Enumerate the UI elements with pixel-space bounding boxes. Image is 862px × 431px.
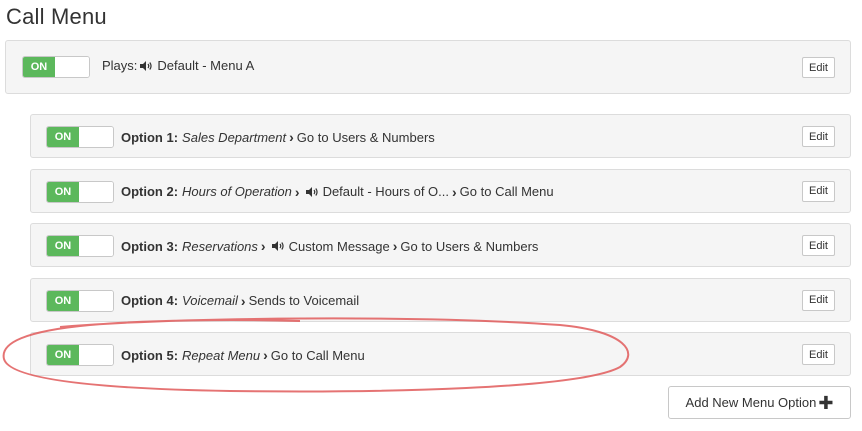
option-text: Option 1: Sales Department › Go to Users & … <box>121 129 435 145</box>
option-step: Go to Users & Numbers <box>296 129 435 145</box>
option-toggle[interactable]: ON <box>46 126 114 148</box>
main-menu-text: Plays: Default - Menu A <box>102 58 254 73</box>
option-label: Option 4: <box>121 293 179 308</box>
main-menu-edit-button[interactable]: Edit <box>802 57 835 78</box>
toggle-knob <box>79 345 113 365</box>
option-label: Option 1: <box>121 129 179 145</box>
option-row-4: ON Option 4: Voicemail › Sends to Voicemail E… <box>30 277 851 322</box>
toggle-knob <box>55 57 89 77</box>
toggle-knob <box>79 290 113 311</box>
option-name: Sales Department <box>182 129 287 145</box>
option-edit-button[interactable]: Edit <box>802 289 835 311</box>
option-step: Sends to Voicemail <box>248 293 360 308</box>
chevron-right-icon: › <box>392 238 398 254</box>
toggle-knob <box>79 181 113 202</box>
option-text: Option 2: Hours of Operation › Default - Ho… <box>121 184 554 200</box>
chevron-right-icon: › <box>260 238 266 254</box>
main-menu-row: ON Plays: Default - Menu A Edit <box>5 40 851 94</box>
option-step: Default - Hours of O... <box>322 184 449 199</box>
option-toggle[interactable]: ON <box>46 289 114 312</box>
option-label: Option 5: <box>121 347 179 363</box>
speaker-icon <box>271 241 284 251</box>
toggle-knob <box>79 236 113 256</box>
toggle-knob <box>79 127 113 147</box>
option-label: Option 3: <box>121 238 179 254</box>
option-toggle[interactable]: ON <box>46 180 114 203</box>
chevron-right-icon: › <box>263 347 268 363</box>
option-row-2: ON Option 2: Hours of Operation › Default - … <box>30 168 851 213</box>
option-name: Voicemail <box>182 293 238 308</box>
main-menu-toggle[interactable]: ON <box>22 56 90 78</box>
option-row-3: ON Option 3: Reservations › Custom Message › G… <box>30 223 851 267</box>
chevron-right-icon: › <box>452 183 457 200</box>
page-title: Call Menu <box>6 4 107 29</box>
option-toggle[interactable]: ON <box>46 344 114 366</box>
option-edit-button[interactable]: Edit <box>802 235 835 256</box>
option-row-5: ON Option 5: Repeat Menu › Go to Call Menu Ed… <box>30 332 851 376</box>
plus-icon: ✚ <box>818 392 834 413</box>
option-edit-button[interactable]: Edit <box>802 180 835 202</box>
option-name: Repeat Menu <box>182 347 261 363</box>
option-text: Option 4: Voicemail › Sends to Voicemail <box>121 293 359 309</box>
option-step: Go to Users & Numbers <box>400 238 539 254</box>
option-row-1: ON Option 1: Sales Department › Go to Users … <box>30 114 851 158</box>
speaker-icon <box>305 186 318 197</box>
chevron-right-icon: › <box>240 292 246 309</box>
option-label: Option 2: <box>121 184 179 199</box>
add-button-label: Add New Menu Option <box>685 395 817 410</box>
option-step: Go to Call Menu <box>459 184 554 199</box>
plays-label: Plays: <box>102 58 138 73</box>
toggle-on-label: ON <box>47 236 80 256</box>
speaker-icon <box>140 60 153 71</box>
chevron-right-icon: › <box>289 129 294 145</box>
toggle-on-label: ON <box>47 127 80 147</box>
chevron-right-icon: › <box>294 183 300 200</box>
option-edit-button[interactable]: Edit <box>802 126 835 147</box>
toggle-on-label: ON <box>23 57 56 77</box>
option-name: Hours of Operation <box>182 184 292 199</box>
option-step: Custom Message <box>288 238 390 254</box>
option-text: Option 3: Reservations › Custom Message › Go … <box>121 238 538 254</box>
option-text: Option 5: Repeat Menu › Go to Call Menu <box>121 347 365 363</box>
option-toggle[interactable]: ON <box>46 235 114 257</box>
toggle-on-label: ON <box>47 345 80 365</box>
add-new-menu-option-button[interactable]: Add New Menu Option ✚ <box>668 386 851 419</box>
toggle-on-label: ON <box>47 290 80 311</box>
option-name: Reservations <box>182 238 258 254</box>
toggle-on-label: ON <box>47 181 80 202</box>
option-edit-button[interactable]: Edit <box>802 344 835 365</box>
plays-value: Default - Menu A <box>157 58 255 73</box>
option-step: Go to Call Menu <box>270 347 365 363</box>
